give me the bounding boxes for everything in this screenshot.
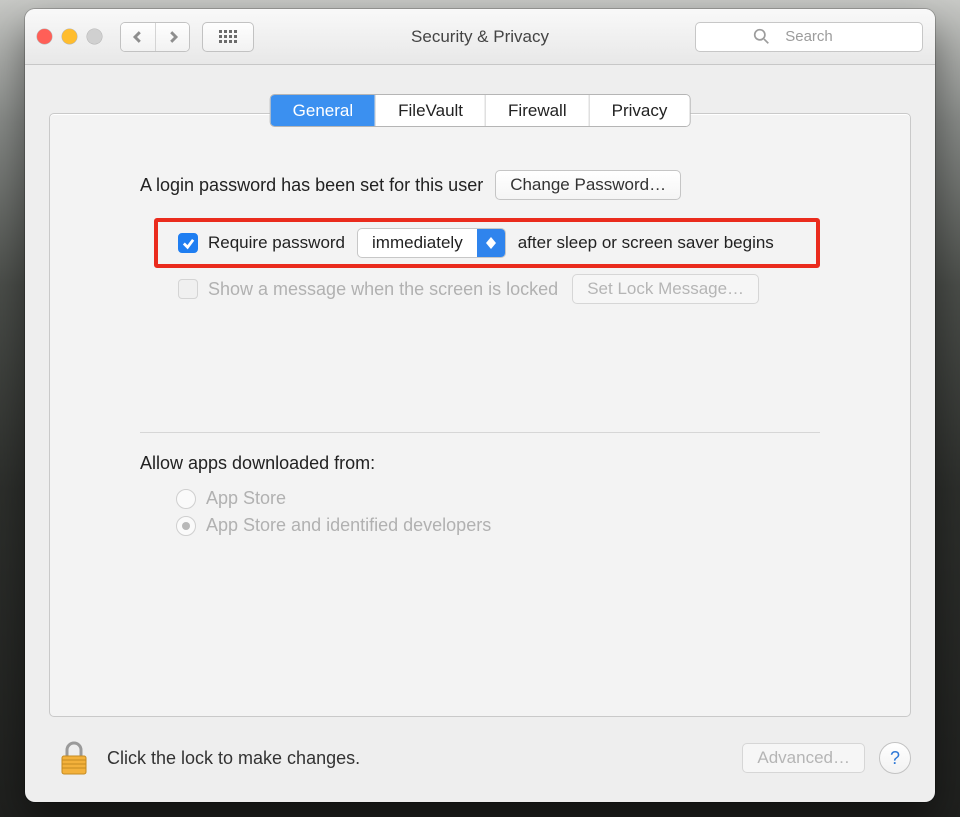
tab-general[interactable]: General — [271, 95, 375, 126]
minimize-icon[interactable] — [62, 29, 77, 44]
lock-message-text: Show a message when the screen is locked — [208, 279, 558, 300]
apps-option-appstore-label: App Store — [206, 488, 286, 509]
help-button[interactable]: ? — [879, 742, 911, 774]
require-password-delay-select[interactable]: immediately — [357, 228, 506, 258]
lock-icon[interactable] — [59, 740, 89, 776]
advanced-button[interactable]: Advanced… — [742, 743, 865, 773]
checkmark-icon — [182, 237, 195, 250]
change-password-button[interactable]: Change Password… — [495, 170, 681, 200]
search-icon — [753, 28, 770, 45]
require-password-row: Require password immediately after sleep… — [154, 218, 820, 268]
window-controls — [37, 29, 102, 44]
chevron-right-icon — [167, 31, 179, 43]
apps-section: Allow apps downloaded from: App Store Ap… — [50, 453, 910, 536]
nav-segment — [120, 22, 190, 52]
apps-option-identified: App Store and identified developers — [176, 515, 820, 536]
stepper-icon — [477, 229, 505, 257]
lock-message-row: Show a message when the screen is locked… — [178, 274, 820, 304]
tab-bar: General FileVault Firewall Privacy — [270, 94, 691, 127]
back-button[interactable] — [121, 23, 155, 51]
apps-heading: Allow apps downloaded from: — [140, 453, 820, 474]
require-password-pre: Require password — [208, 233, 345, 253]
tab-privacy[interactable]: Privacy — [589, 95, 690, 126]
require-password-delay-value: immediately — [358, 233, 477, 253]
footer: Click the lock to make changes. Advanced… — [25, 724, 935, 802]
forward-button[interactable] — [155, 23, 189, 51]
login-password-text: A login password has been set for this u… — [140, 175, 483, 196]
lock-message-checkbox — [178, 279, 198, 299]
chevron-left-icon — [132, 31, 144, 43]
footer-text: Click the lock to make changes. — [107, 748, 730, 769]
chevron-down-icon — [486, 243, 496, 249]
require-password-post: after sleep or screen saver begins — [518, 233, 774, 253]
grid-icon — [218, 29, 238, 44]
close-icon[interactable] — [37, 29, 52, 44]
radio-identified — [176, 516, 196, 536]
tab-filevault[interactable]: FileVault — [375, 95, 485, 126]
content-panel: General FileVault Firewall Privacy A log… — [49, 113, 911, 717]
tab-firewall[interactable]: Firewall — [485, 95, 589, 126]
require-password-checkbox[interactable] — [178, 233, 198, 253]
set-lock-message-button: Set Lock Message… — [572, 274, 759, 304]
titlebar: Security & Privacy — [25, 9, 935, 65]
login-password-row: A login password has been set for this u… — [140, 170, 820, 200]
search-input[interactable] — [695, 22, 923, 52]
preferences-window: Security & Privacy General FileVault Fir… — [25, 9, 935, 802]
radio-appstore — [176, 489, 196, 509]
apps-option-appstore: App Store — [176, 488, 820, 509]
show-all-button[interactable] — [202, 22, 254, 52]
apps-option-identified-label: App Store and identified developers — [206, 515, 491, 536]
zoom-icon — [87, 29, 102, 44]
login-section: A login password has been set for this u… — [50, 114, 910, 433]
search-field-wrap — [695, 22, 923, 52]
divider — [140, 432, 820, 433]
